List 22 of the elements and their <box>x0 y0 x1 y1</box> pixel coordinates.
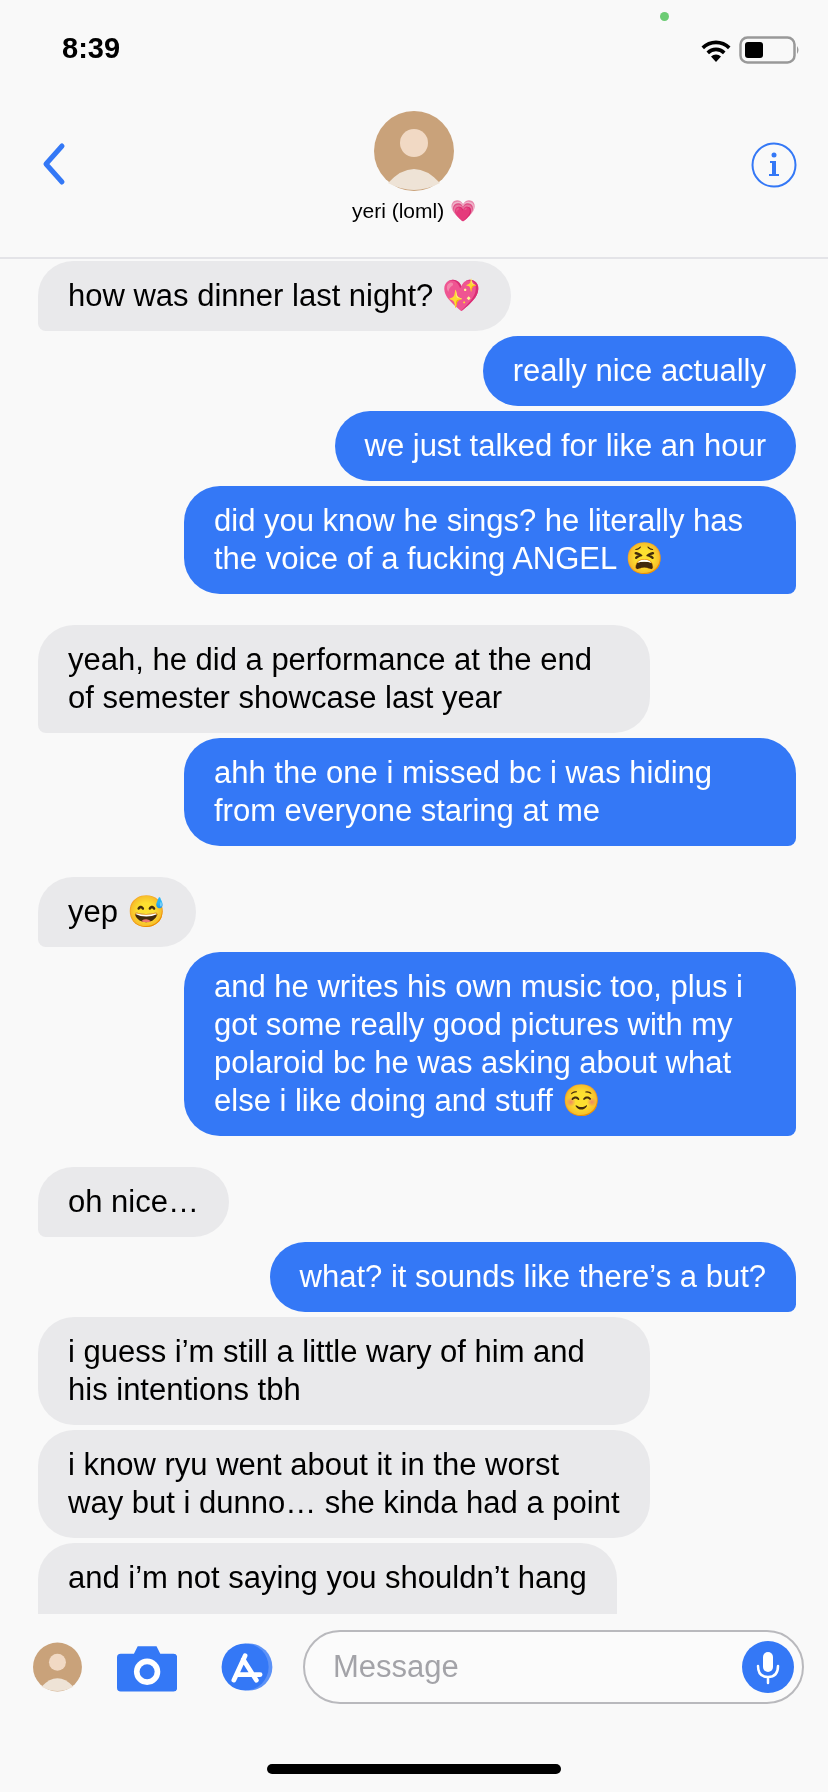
message-bubble: how was dinner last night? 💖 <box>38 261 511 331</box>
message-bubble: what? it sounds like there’s a but? <box>269 1242 796 1312</box>
message-bubble: i guess i’m still a little wary of him and his intentions tbh <box>38 1317 650 1425</box>
message-bubble: yeah, he did a performance at the end of semester showcase last year <box>38 625 650 733</box>
message-bubble: yep 😅 <box>38 877 196 947</box>
message-field[interactable]: Message <box>303 1630 804 1704</box>
info-icon[interactable] <box>751 142 797 188</box>
message-bubble: ahh the one i missed bc i was hiding from everyone staring at me <box>184 738 796 846</box>
status-time: 8:39 <box>62 32 121 65</box>
camera-indicator-icon <box>660 12 669 21</box>
microphone-icon[interactable] <box>742 1641 794 1693</box>
avatar[interactable] <box>374 111 454 191</box>
message-bubble: oh nice… <box>38 1167 229 1237</box>
message-bubble: i know ryu went about it in the worst way but i dunno… she kinda had a point <box>38 1430 650 1538</box>
contact-name[interactable]: yeri (loml) 💗 <box>352 199 476 223</box>
avatar[interactable] <box>33 1641 82 1693</box>
wifi-icon <box>699 38 733 62</box>
battery-icon <box>739 36 801 64</box>
message-bubble: we just talked for like an hour <box>334 411 796 481</box>
message-bubble: and he writes his own music too, plus i got some really good pictures with my polaroid bc he was asking about what else i like doing and stuff ☺ <box>184 952 796 1136</box>
message-bubble: did you know he sings? he literally has the voice of a fucking ANGEL 😫 <box>184 486 796 594</box>
message-bubble: really nice actually <box>482 336 796 406</box>
